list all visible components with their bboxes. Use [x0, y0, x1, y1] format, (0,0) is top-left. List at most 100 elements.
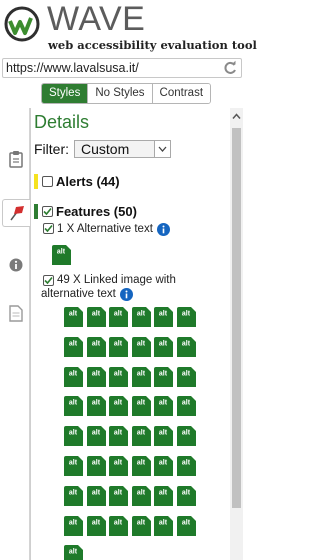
- svg-text:alt: alt: [92, 520, 101, 527]
- svg-text:alt: alt: [114, 490, 123, 497]
- linked-image-alt-icon[interactable]: alt: [154, 456, 173, 476]
- svg-text:alt: alt: [92, 400, 101, 407]
- svg-text:alt: alt: [137, 460, 146, 467]
- svg-text:alt: alt: [69, 490, 78, 497]
- linked-image-checkbox[interactable]: [43, 275, 54, 286]
- svg-text:alt: alt: [159, 400, 168, 407]
- linked-image-alt-icon[interactable]: alt: [177, 516, 196, 536]
- linked-image-alt-icon[interactable]: alt: [132, 486, 151, 506]
- linked-image-alt-icon[interactable]: alt: [154, 516, 173, 536]
- linked-image-alt-icon[interactable]: alt: [177, 367, 196, 387]
- document-icon: [9, 304, 23, 322]
- alt-text-icon[interactable]: alt: [52, 245, 71, 265]
- linked-image-alt-icon[interactable]: alt: [87, 367, 106, 387]
- svg-text:alt: alt: [114, 430, 123, 437]
- svg-text:alt: alt: [114, 460, 123, 467]
- linked-image-alt-icon[interactable]: alt: [132, 426, 151, 446]
- svg-text:alt: alt: [137, 430, 146, 437]
- scroll-thumb[interactable]: [232, 128, 241, 508]
- linked-image-alt-icon[interactable]: alt: [132, 367, 151, 387]
- linked-image-alt-icon[interactable]: alt: [177, 307, 196, 327]
- linked-image-alt-icon[interactable]: alt: [154, 426, 173, 446]
- chevron-up-icon[interactable]: [232, 112, 241, 121]
- linked-image-alt-icon[interactable]: alt: [132, 516, 151, 536]
- url-input[interactable]: [6, 60, 216, 76]
- svg-text:alt: alt: [69, 371, 78, 378]
- svg-text:alt: alt: [137, 400, 146, 407]
- linked-image-alt-icon[interactable]: alt: [109, 337, 128, 357]
- linked-image-alt-icon[interactable]: alt: [64, 396, 83, 416]
- linked-image-alt-icon[interactable]: alt: [154, 396, 173, 416]
- svg-text:alt: alt: [57, 249, 66, 256]
- linked-image-alt-icon[interactable]: alt: [64, 426, 83, 446]
- svg-text:alt: alt: [137, 341, 146, 348]
- svg-text:alt: alt: [182, 341, 191, 348]
- linked-image-alt-icon[interactable]: alt: [109, 307, 128, 327]
- linked-image-alt-icon[interactable]: alt: [109, 456, 128, 476]
- linked-image-alt-icon[interactable]: alt: [87, 396, 106, 416]
- svg-text:alt: alt: [69, 341, 78, 348]
- linked-image-alt-icon[interactable]: alt: [177, 396, 196, 416]
- alt-text-checkbox[interactable]: [43, 223, 54, 234]
- linked-image-alt-icon[interactable]: alt: [177, 426, 196, 446]
- sidebar-item-reference[interactable]: [3, 252, 29, 278]
- linked-image-alt-icon[interactable]: alt: [64, 456, 83, 476]
- linked-image-alt-icon[interactable]: alt: [154, 337, 173, 357]
- linked-image-alt-icon[interactable]: alt: [64, 337, 83, 357]
- sidebar-item-summary[interactable]: [3, 146, 29, 172]
- svg-text:alt: alt: [182, 460, 191, 467]
- linked-image-alt-icon[interactable]: alt: [109, 516, 128, 536]
- linked-image-alt-icon[interactable]: alt: [177, 456, 196, 476]
- linked-image-alt-icon[interactable]: alt: [64, 307, 83, 327]
- linked-image-alt-icon[interactable]: alt: [177, 486, 196, 506]
- linked-image-alt-icon[interactable]: alt: [132, 456, 151, 476]
- linked-image-alt-icon[interactable]: alt: [132, 337, 151, 357]
- filter-select[interactable]: Custom: [74, 140, 171, 158]
- alerts-checkbox[interactable]: [42, 176, 53, 187]
- linked-image-alt-icon[interactable]: alt: [177, 337, 196, 357]
- linked-image-alt-icon[interactable]: alt: [109, 396, 128, 416]
- app-title: WAVE: [47, 0, 146, 38]
- svg-text:alt: alt: [159, 460, 168, 467]
- svg-text:alt: alt: [159, 371, 168, 378]
- svg-text:alt: alt: [92, 460, 101, 467]
- linked-image-alt-icon[interactable]: alt: [109, 486, 128, 506]
- tab-contrast[interactable]: Contrast: [152, 84, 211, 103]
- linked-image-alt-icon[interactable]: alt: [87, 307, 106, 327]
- info-icon[interactable]: [119, 288, 133, 301]
- linked-image-alt-icon[interactable]: alt: [87, 456, 106, 476]
- linked-image-alt-icon[interactable]: alt: [154, 367, 173, 387]
- linked-image-alt-icon[interactable]: alt: [87, 426, 106, 446]
- linked-image-alt-icon[interactable]: alt: [87, 337, 106, 357]
- linked-image-alt-icon[interactable]: alt: [109, 367, 128, 387]
- info-icon[interactable]: [156, 223, 170, 236]
- linked-image-alt-icon[interactable]: alt: [87, 486, 106, 506]
- refresh-icon[interactable]: [222, 60, 238, 76]
- linked-image-alt-icon[interactable]: alt: [64, 486, 83, 506]
- svg-text:alt: alt: [92, 311, 101, 318]
- linked-image-alt-icon[interactable]: alt: [87, 516, 106, 536]
- chevron-down-icon: [154, 141, 170, 157]
- features-checkbox[interactable]: [42, 206, 53, 217]
- url-bar: [2, 58, 242, 78]
- linked-image-alt-icon[interactable]: alt: [154, 307, 173, 327]
- features-color-bar: [34, 204, 38, 219]
- linked-image-alt-icon[interactable]: alt: [132, 307, 151, 327]
- linked-image-alt-icon[interactable]: alt: [132, 396, 151, 416]
- linked-image-alt-icon[interactable]: alt: [64, 545, 83, 560]
- linked-image-alt-icon[interactable]: alt: [64, 516, 83, 536]
- svg-text:alt: alt: [137, 371, 146, 378]
- alerts-color-bar: [34, 174, 38, 189]
- svg-text:alt: alt: [92, 430, 101, 437]
- linked-image-alt-icon[interactable]: alt: [64, 367, 83, 387]
- linked-image-alt-icon[interactable]: alt: [109, 426, 128, 446]
- svg-text:alt: alt: [114, 371, 123, 378]
- scrollbar[interactable]: [230, 108, 243, 560]
- svg-text:alt: alt: [159, 341, 168, 348]
- tab-styles[interactable]: Styles: [42, 84, 89, 103]
- tab-no-styles[interactable]: No Styles: [88, 84, 153, 103]
- linked-image-label-line1: 49 X Linked image with: [57, 274, 176, 286]
- sidebar-item-structure[interactable]: [3, 300, 29, 326]
- sidebar-item-details[interactable]: [2, 199, 31, 227]
- linked-image-alt-icon[interactable]: alt: [154, 486, 173, 506]
